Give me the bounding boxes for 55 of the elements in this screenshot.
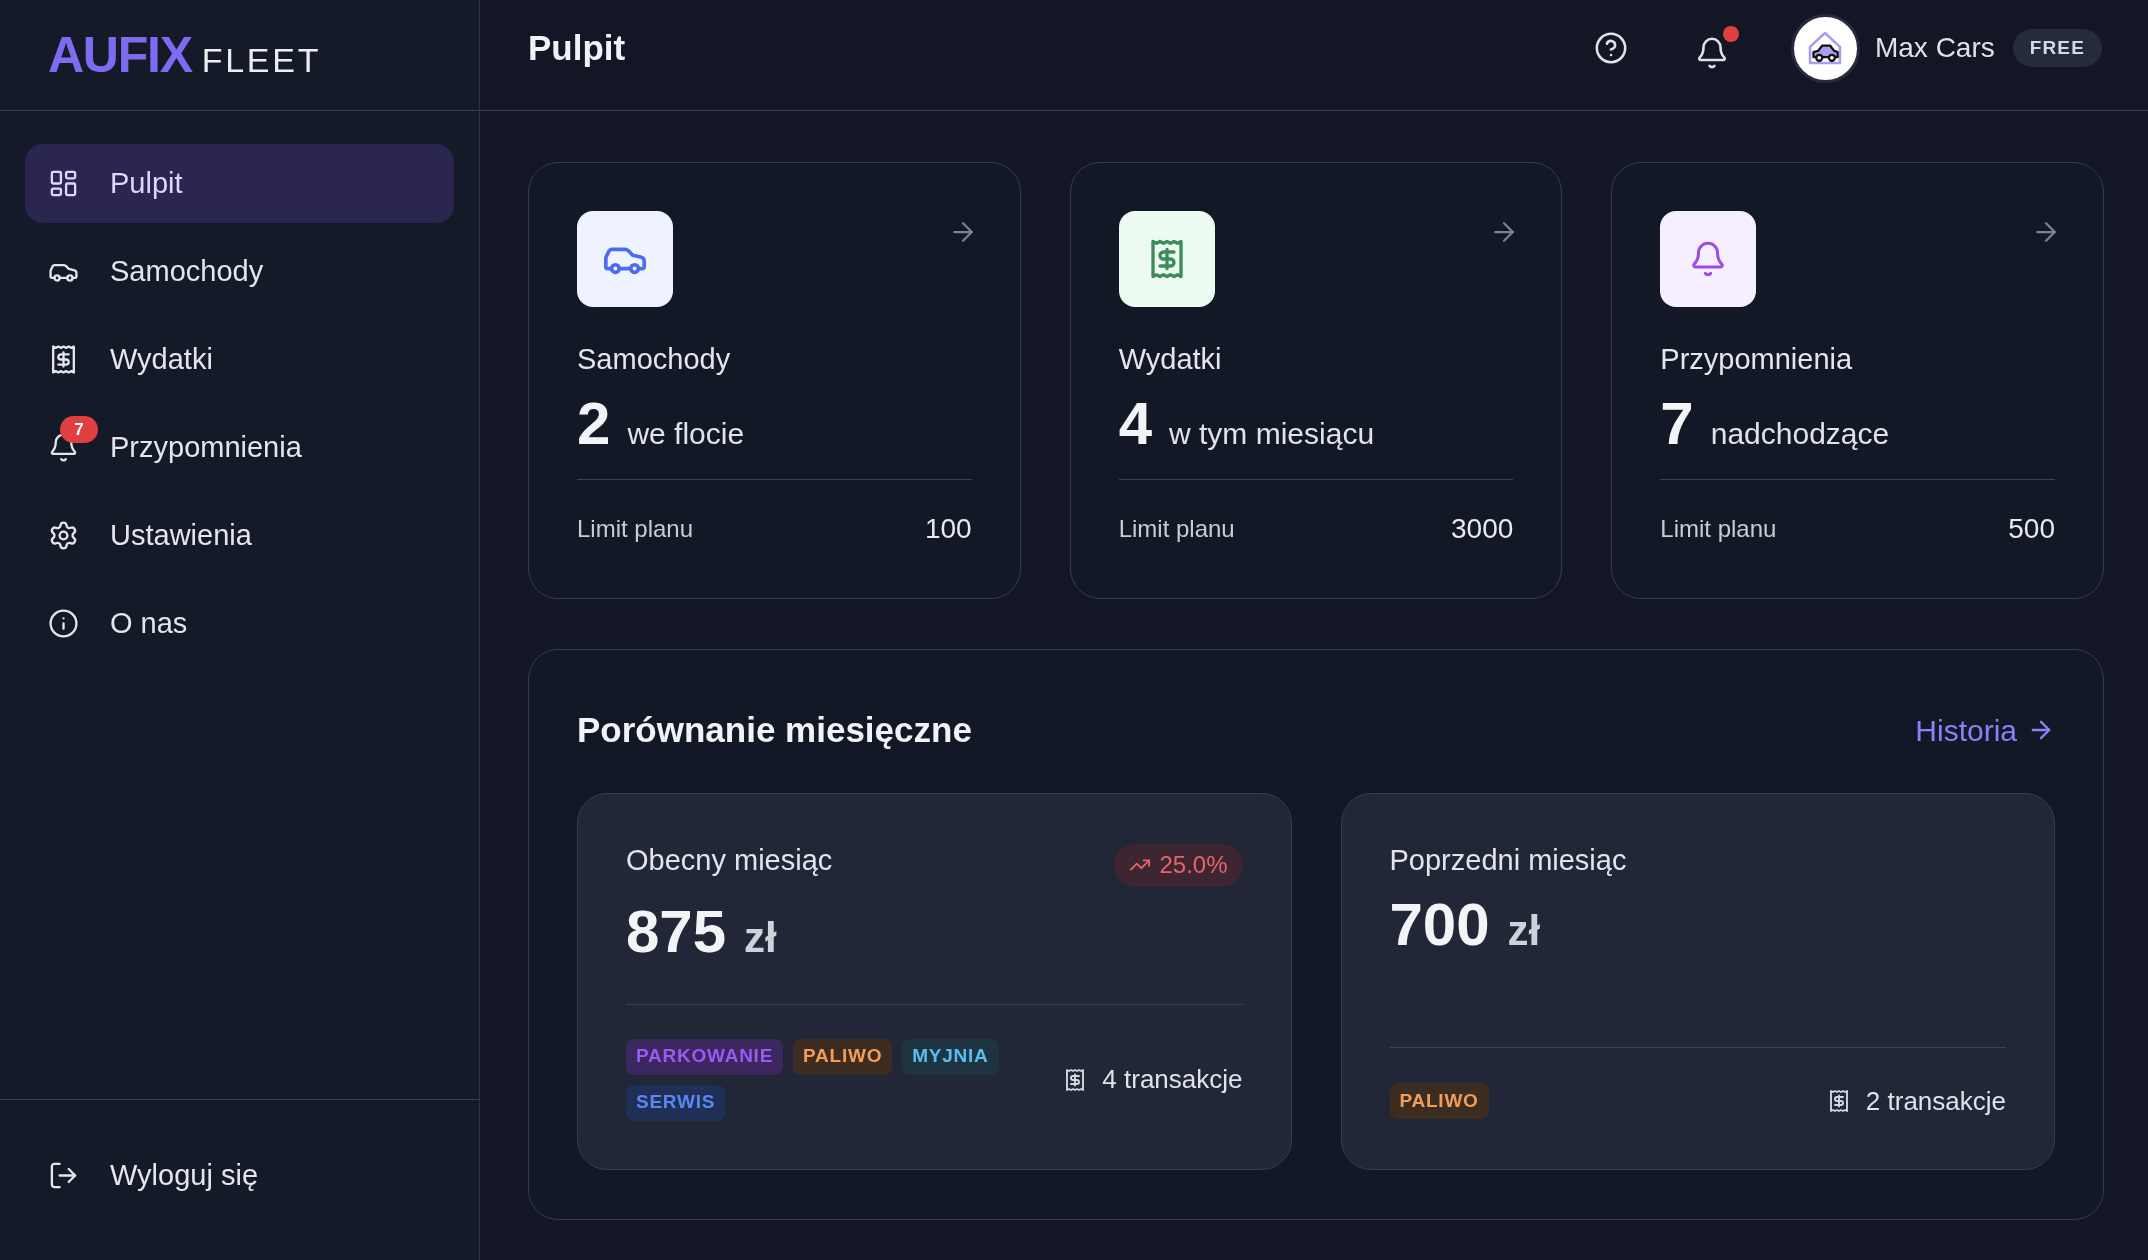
currency-label: zł bbox=[1507, 907, 1541, 954]
stat-caption: we flocie bbox=[627, 416, 745, 452]
stat-value: 7 bbox=[1660, 393, 1694, 455]
settings-icon bbox=[48, 520, 79, 551]
stat-card[interactable]: Wydatki 4 w tym miesiącu Limit planu 3000 bbox=[1069, 162, 1563, 599]
category-tag: MYJNIA bbox=[902, 1038, 999, 1075]
car-icon bbox=[577, 211, 673, 307]
sidebar-item[interactable]: O nas bbox=[25, 584, 454, 663]
amount-value: 875 bbox=[626, 900, 727, 963]
category-tag: SERWIS bbox=[626, 1084, 726, 1121]
history-link[interactable]: Historia bbox=[1915, 707, 2055, 753]
sidebar-item[interactable]: Samochody bbox=[25, 232, 454, 311]
sidebar-item[interactable]: Wydatki bbox=[25, 320, 454, 399]
stat-label: Samochody bbox=[577, 342, 732, 377]
stat-value: 2 bbox=[577, 393, 611, 455]
sidebar-item[interactable]: Pulpit bbox=[25, 144, 454, 223]
category-tag: PARKOWANIE bbox=[626, 1038, 784, 1075]
section-title: Porównanie miesięczne bbox=[577, 709, 972, 751]
sidebar-item[interactable]: 7 Przypomnienia bbox=[25, 408, 454, 487]
stat-caption: w tym miesiącu bbox=[1169, 416, 1375, 452]
transactions-count: 2 transakcje bbox=[1865, 1084, 2006, 1118]
stat-caption: nadchodzące bbox=[1710, 416, 1890, 452]
change-badge: 25.0% bbox=[1114, 843, 1243, 887]
month-label: Obecny miesiąc bbox=[626, 842, 833, 878]
stat-label: Wydatki bbox=[1118, 342, 1223, 377]
brand-name: AUFIX bbox=[48, 30, 192, 80]
limit-value: 100 bbox=[924, 512, 972, 546]
stat-label: Przypomnienia bbox=[1660, 342, 1854, 377]
stat-value: 4 bbox=[1118, 393, 1153, 455]
month-label: Poprzedni miesiąc bbox=[1389, 842, 1627, 878]
limit-label: Limit planu bbox=[577, 514, 694, 544]
page-title: Pulpit bbox=[528, 26, 626, 69]
limit-value: 3000 bbox=[1451, 512, 1514, 546]
category-tag: PALIWO bbox=[1389, 1083, 1489, 1119]
info-icon bbox=[48, 608, 79, 639]
currency-label: zł bbox=[744, 914, 777, 961]
bell-icon bbox=[1660, 211, 1757, 307]
category-tag: PALIWO bbox=[793, 1038, 893, 1075]
receipt-icon bbox=[1118, 211, 1215, 307]
limit-label: Limit planu bbox=[1118, 514, 1235, 544]
stat-card[interactable]: Samochody 2 we flocie Limit planu 100 bbox=[528, 162, 1021, 599]
product-name: FLEET bbox=[201, 43, 322, 77]
stat-card[interactable]: Przypomnienia 7 nadchodzące Limit planu 500 bbox=[1611, 162, 2104, 599]
help-icon bbox=[1593, 31, 1628, 65]
layout-grid-icon bbox=[48, 168, 79, 199]
sidebar-item[interactable]: Ustawienia bbox=[25, 496, 454, 575]
amount-value: 700 bbox=[1389, 893, 1490, 956]
logout-icon bbox=[48, 1160, 79, 1191]
plan-badge: FREE bbox=[2012, 29, 2102, 67]
account-name: Max Cars bbox=[1874, 31, 1995, 65]
count-badge: 7 bbox=[60, 416, 98, 443]
logout-button[interactable]: Wyloguj się bbox=[25, 1136, 454, 1215]
limit-label: Limit planu bbox=[1660, 514, 1777, 544]
limit-value: 500 bbox=[2008, 512, 2055, 546]
transactions-count: 4 transakcje bbox=[1102, 1063, 1243, 1096]
